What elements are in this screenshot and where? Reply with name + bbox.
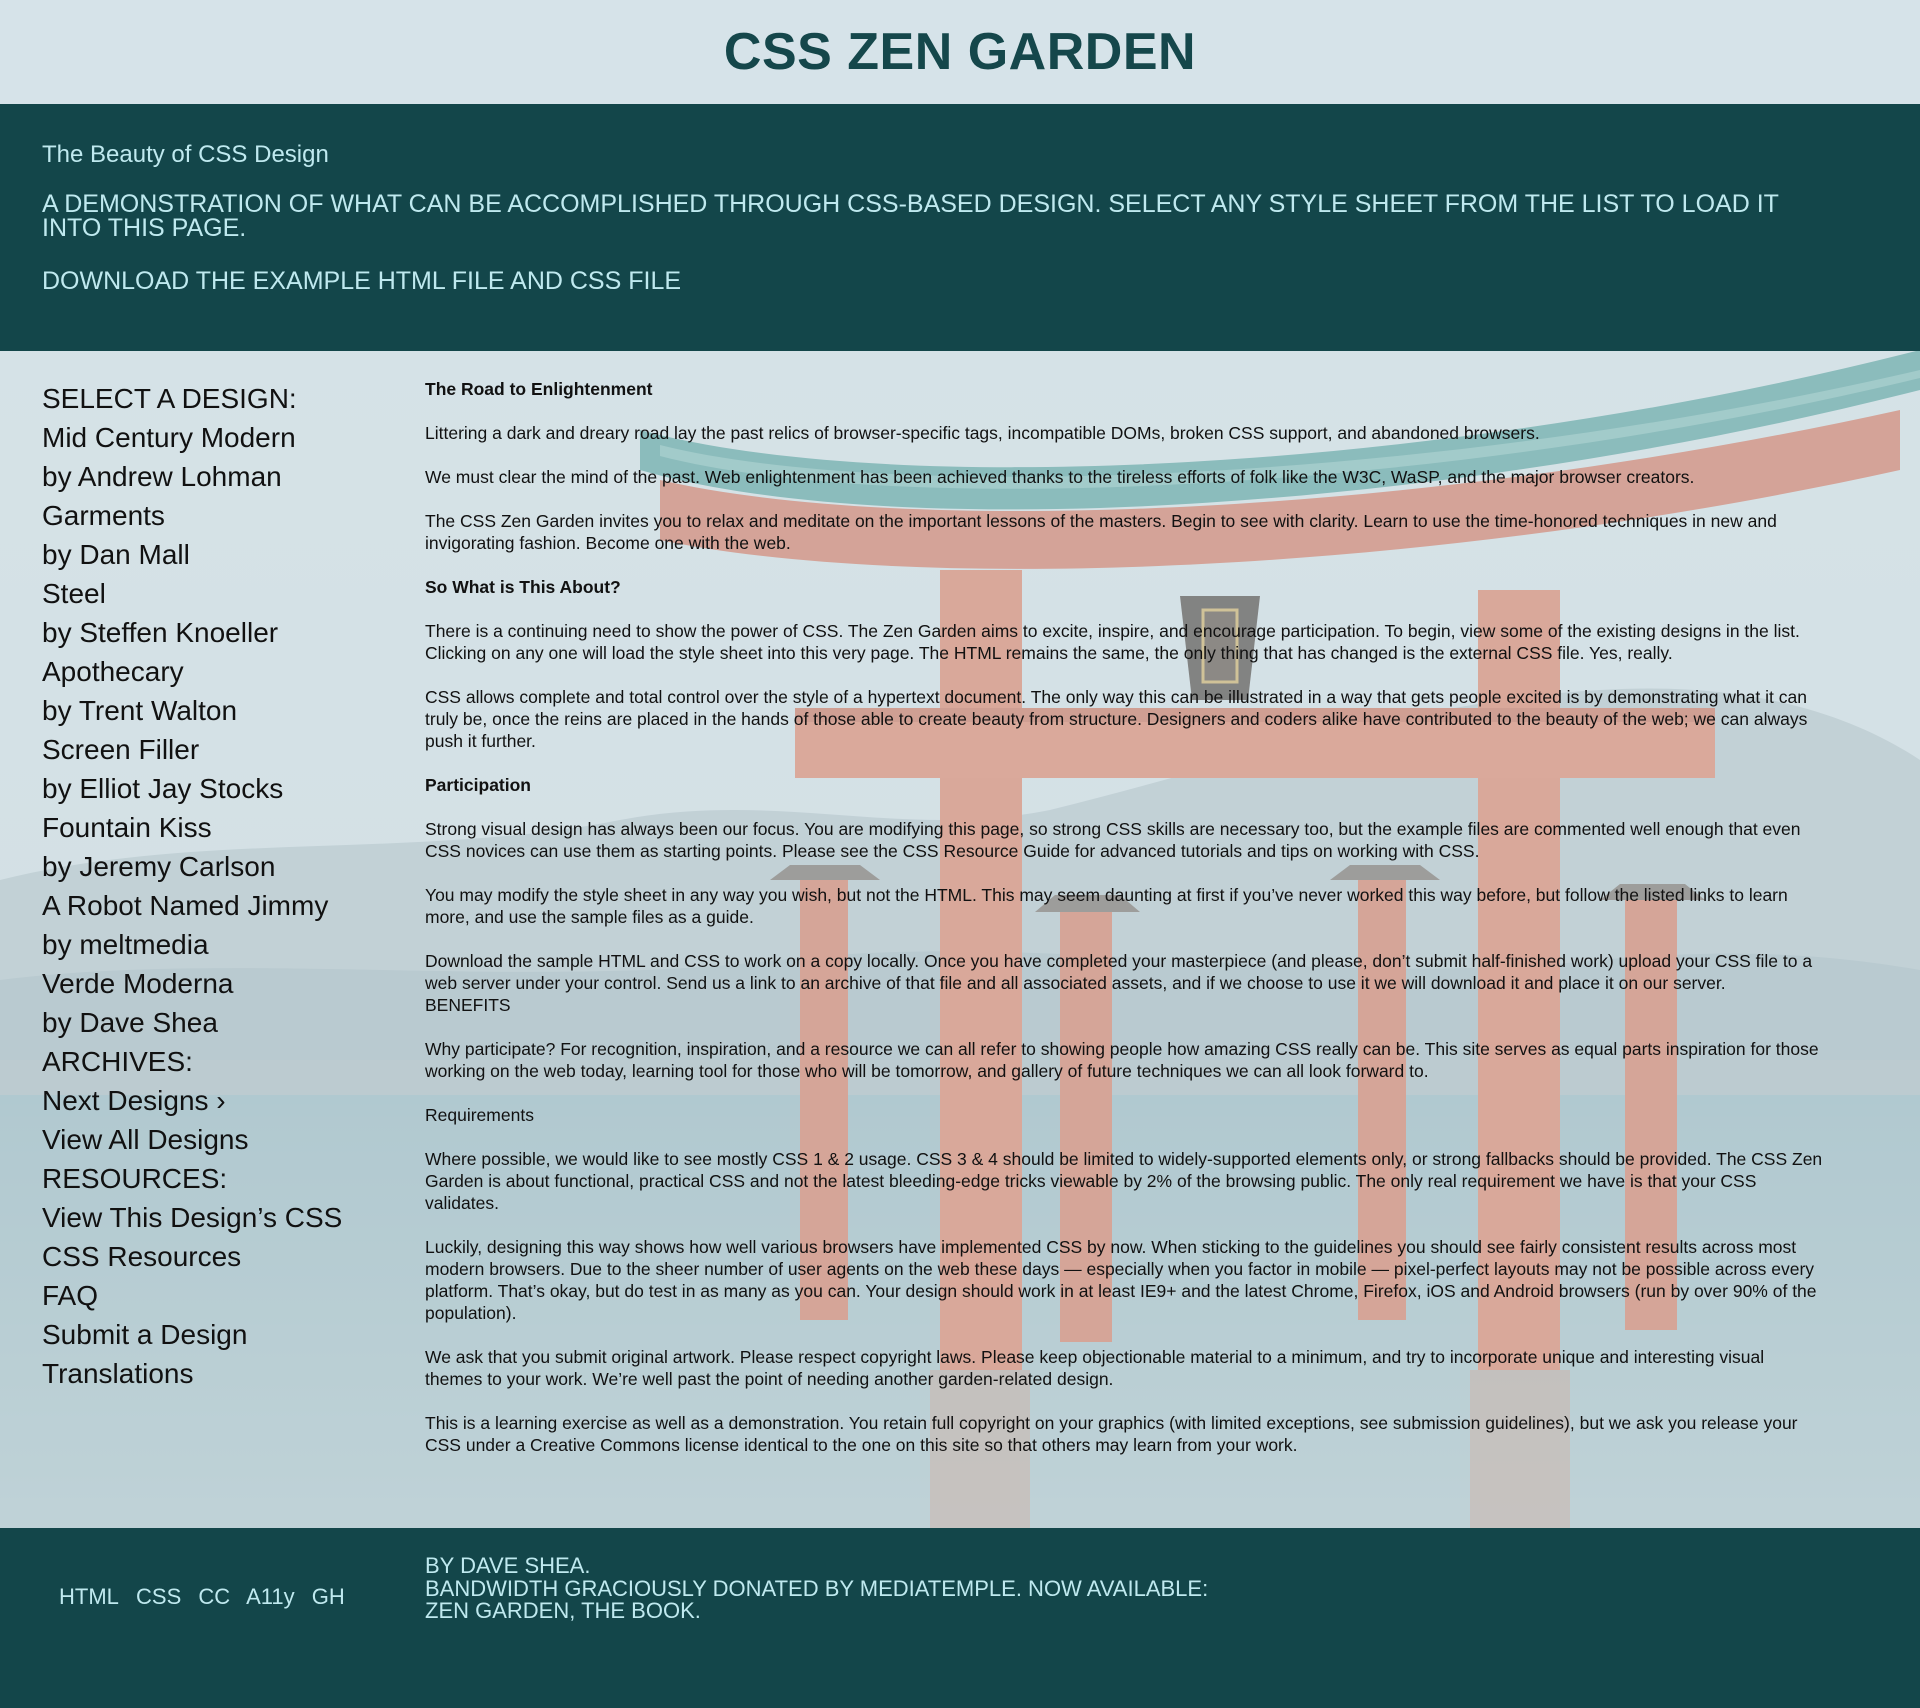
credit-bandwidth[interactable]: Bandwidth graciously donated by mediatem… — [425, 1577, 1208, 1601]
design-author-dave-shea[interactable]: by Dave Shea — [42, 1003, 372, 1042]
translations-link[interactable]: Translations — [42, 1354, 372, 1393]
design-link-fountain-kiss[interactable]: Fountain Kiss — [42, 808, 372, 847]
paragraph: The CSS Zen Garden invites you to relax … — [425, 511, 1777, 553]
credit-book[interactable]: Zen Garden, the Book. — [425, 1599, 1208, 1623]
page: CSS ZEN GARDEN The Beauty of CSS Design … — [0, 0, 1920, 1708]
footer-link-css[interactable]: CSS — [136, 1584, 181, 1609]
resources-heading: Resources: — [42, 1163, 228, 1194]
footer-link-html[interactable]: HTML — [59, 1584, 119, 1609]
design-link-verde-moderna[interactable]: Verde Moderna — [42, 964, 372, 1003]
paragraph: We must clear the mind of the past. Web … — [425, 467, 1695, 487]
credit-author[interactable]: By Dave Shea. — [425, 1554, 1208, 1578]
design-link-garments[interactable]: Garments — [42, 496, 372, 535]
paragraph: Strong visual design has always been our… — [425, 819, 1801, 861]
paragraph: CSS allows complete and total control ov… — [425, 687, 1808, 751]
footer-validation-links: HTML CSS CC A11y GH — [59, 1582, 356, 1612]
design-author-dan-mall[interactable]: by Dan Mall — [42, 535, 372, 574]
paragraph: This is a learning exercise as well as a… — [425, 1413, 1798, 1455]
footer-credits: By Dave Shea. Bandwidth graciously donat… — [425, 1554, 1208, 1623]
design-link-steel[interactable]: Steel — [42, 574, 372, 613]
archives-heading: Archives: — [42, 1046, 193, 1077]
footer-link-gh[interactable]: GH — [312, 1584, 345, 1609]
intro-band: The Beauty of CSS Design A demonstration… — [0, 104, 1920, 351]
faq-link[interactable]: FAQ — [42, 1276, 372, 1315]
design-author-steffen-knoeller[interactable]: by Steffen Knoeller — [42, 613, 372, 652]
download-example-link[interactable]: Download the example HTML FILE and CSS F… — [42, 266, 681, 296]
design-link-mid-century-modern[interactable]: Mid Century Modern — [42, 418, 372, 457]
view-all-designs-link[interactable]: View All Designs — [42, 1120, 372, 1159]
design-link-screen-filler[interactable]: Screen Filler — [42, 730, 372, 769]
section-title-participation: Participation — [425, 775, 531, 795]
select-design-heading: Select a Design: — [42, 383, 297, 414]
section-title-road-to-enlightenment: The Road to Enlightenment — [425, 379, 653, 399]
paragraph: There is a continuing need to show the p… — [425, 621, 1800, 663]
paragraph: You may modify the style sheet in any wa… — [425, 885, 1788, 927]
design-author-jeremy-carlson[interactable]: by Jeremy Carlson — [42, 847, 372, 886]
design-link-a-robot-named-jimmy[interactable]: A Robot Named Jimmy — [42, 886, 372, 925]
site-title: CSS ZEN GARDEN — [723, 23, 1197, 81]
paragraph: Where possible, we would like to see mos… — [425, 1149, 1823, 1213]
paragraph: Luckily, designing this way shows how we… — [425, 1237, 1817, 1323]
design-author-andrew-lohman[interactable]: by Andrew Lohman — [42, 457, 372, 496]
section-title-requirements: Requirements — [425, 1105, 534, 1125]
paragraph: Download the sample HTML and CSS to work… — [425, 951, 1813, 993]
site-header: CSS ZEN GARDEN — [0, 0, 1920, 104]
section-title-benefits: Benefits — [425, 995, 511, 1015]
css-resources-link[interactable]: CSS Resources — [42, 1237, 372, 1276]
paragraph: Littering a dark and dreary road lay the… — [425, 423, 1540, 443]
design-link-apothecary[interactable]: Apothecary — [42, 652, 372, 691]
design-author-elliot-jay-stocks[interactable]: by Elliot Jay Stocks — [42, 769, 372, 808]
design-author-meltmedia[interactable]: by meltmedia — [42, 925, 372, 964]
footer-link-a11y[interactable]: A11y — [246, 1584, 295, 1609]
paragraph: Why participate? For recognition, inspir… — [425, 1039, 1819, 1081]
intro-summary: A demonstration of what can be accomplis… — [42, 190, 1779, 242]
paragraph: We ask that you submit original artwork.… — [425, 1347, 1765, 1389]
view-design-css-link[interactable]: View This Design’s CSS — [42, 1198, 372, 1237]
main-content: The Road to Enlightenment Littering a da… — [425, 378, 1825, 1478]
design-sidebar: Select a Design: Mid Century Modern by A… — [42, 379, 372, 1393]
footer-link-cc[interactable]: CC — [198, 1584, 230, 1609]
tagline: The Beauty of CSS Design — [42, 141, 329, 168]
section-title-what-is-this-about: So What is This About? — [425, 577, 621, 597]
next-designs-link[interactable]: Next Designs › — [42, 1081, 372, 1120]
design-author-trent-walton[interactable]: by Trent Walton — [42, 691, 372, 730]
site-footer: HTML CSS CC A11y GH By Dave Shea. Bandwi… — [0, 1528, 1920, 1708]
submit-design-link[interactable]: Submit a Design — [42, 1315, 372, 1354]
